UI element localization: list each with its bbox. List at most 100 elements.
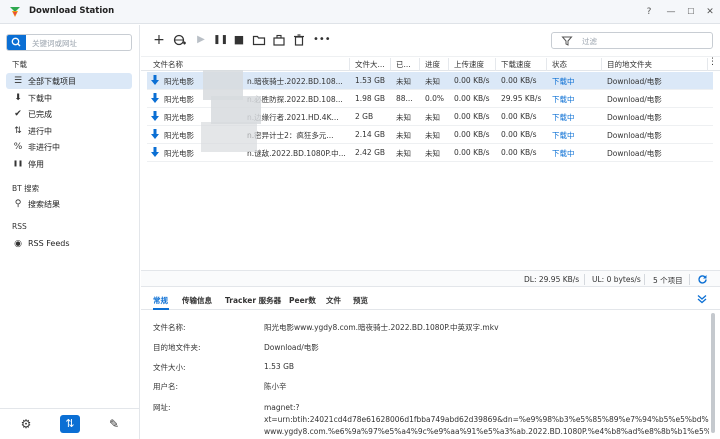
sidebar-item-search-results[interactable]: ⚲ 搜索结果 — [6, 196, 132, 212]
filter-icon — [561, 36, 573, 46]
column-header-name[interactable]: 文件名称 — [153, 59, 303, 70]
sidebar-item-active[interactable]: ⇅ 进行中 — [6, 123, 132, 139]
row-progress: 未知 — [425, 131, 440, 140]
sidebar-item-label: RSS Feeds — [28, 239, 70, 248]
row-upload-speed: 0.00 KB/s — [454, 94, 490, 103]
refresh-icon[interactable] — [697, 274, 708, 285]
url-label: 网址: — [153, 403, 171, 412]
download-arrow-icon — [151, 93, 159, 103]
folder-icon[interactable] — [252, 33, 266, 47]
pause-icon[interactable]: ❚❚ — [213, 33, 228, 47]
section-title-bt-search: BT 搜索 — [12, 184, 40, 193]
sidebar-item-label: 已完成 — [28, 110, 52, 119]
transfer-icon[interactable]: ⇅ — [60, 415, 80, 433]
table-header: 文件名称 文件大... 已... 进度 上传速度 下载速度 状态 目的地文件夹 … — [141, 56, 720, 71]
sidebar-search-input[interactable]: 关键词或网址 — [6, 34, 132, 51]
check-icon: ✔ — [14, 109, 22, 119]
download-arrow-icon — [151, 75, 159, 85]
add-icon[interactable]: + — [152, 33, 166, 47]
row-status: 下载中 — [552, 77, 575, 86]
filter-input[interactable]: 过滤 — [551, 32, 713, 49]
file-name-value: 阳光电影www.ygdy8.com.暗夜骑士.2022.BD.1080P.中英双… — [264, 323, 499, 332]
briefcase-icon[interactable] — [272, 33, 286, 47]
row-download-speed: 0.00 KB/s — [501, 76, 537, 85]
tab-files[interactable]: 文件 — [326, 295, 341, 306]
minimize-icon[interactable]: — — [664, 5, 678, 19]
help-icon[interactable]: ? — [642, 5, 656, 19]
search-button[interactable] — [7, 35, 26, 50]
tab-tracker-servers[interactable]: Tracker 服务器 — [225, 295, 281, 306]
search-placeholder: 关键词或网址 — [32, 39, 77, 48]
column-header-downloaded[interactable]: 已... — [396, 59, 418, 70]
row-destination: Download/电影 — [607, 113, 662, 122]
trash-icon[interactable] — [292, 33, 306, 47]
sidebar-item-stopped[interactable]: ❚❚ 停用 — [6, 156, 132, 172]
sidebar-item-label: 下载中 — [28, 94, 52, 103]
row-name-suffix: n.谜敌.2022.BD.1080P.中... — [247, 149, 346, 158]
row-name-suffix: n.密异计士2：疯狂多元... — [247, 131, 334, 140]
tab-general[interactable]: 常规 — [153, 295, 168, 306]
sidebar-item-label: 非进行中 — [28, 143, 60, 152]
tab-peers[interactable]: Peer数 — [289, 295, 316, 306]
collapse-chevron-icon[interactable] — [697, 294, 707, 304]
row-size: 1.53 GB — [355, 76, 386, 85]
sidebar-item-completed[interactable]: ✔ 已完成 — [6, 106, 132, 122]
row-status: 下载中 — [552, 149, 575, 158]
section-title-rss: RSS — [12, 222, 27, 231]
detail-scrollbar[interactable] — [711, 313, 715, 433]
row-upload-speed: 0.00 KB/s — [454, 112, 490, 121]
row-status: 下载中 — [552, 113, 575, 122]
play-icon[interactable]: ▶ — [194, 33, 208, 47]
sidebar-item-downloading[interactable]: ⬇ 下载中 — [6, 90, 132, 106]
column-header-size[interactable]: 文件大... — [355, 59, 391, 70]
active-tab-indicator — [153, 308, 169, 310]
column-header-download-speed[interactable]: 下载速度 — [501, 59, 531, 70]
sidebar: 关键词或网址 下载 ☰ 全部下载项目 ⬇ 下载中 ✔ 已完成 ⇅ 进行中 % 非… — [0, 25, 140, 439]
row-progress: 未知 — [425, 113, 440, 122]
tab-preview[interactable]: 预览 — [353, 295, 368, 306]
column-header-progress[interactable]: 进度 — [425, 59, 440, 70]
row-name-prefix: 阳光电影 — [164, 149, 194, 158]
settings-gear-icon[interactable]: ⚙ — [16, 415, 36, 433]
filter-placeholder: 过滤 — [582, 37, 597, 46]
row-upload-speed: 0.00 KB/s — [454, 148, 490, 157]
download-speed-total: DL: 29.95 KB/s — [524, 275, 580, 284]
sidebar-item-all-downloads[interactable]: ☰ 全部下载项目 — [6, 73, 132, 89]
add-url-globe-icon[interactable] — [173, 33, 187, 47]
close-icon[interactable]: ✕ — [703, 5, 717, 19]
row-name-suffix: n.暗夜骑士.2022.BD.108... — [247, 77, 343, 86]
percent-icon: % — [13, 142, 23, 152]
row-upload-speed: 0.00 KB/s — [454, 76, 490, 85]
row-size: 2.14 GB — [355, 130, 386, 139]
sidebar-item-inactive[interactable]: % 非进行中 — [6, 139, 132, 155]
row-downloaded: 88... — [396, 94, 413, 103]
row-name-suffix: n.边缘行者.2021.HD.4K... — [247, 113, 339, 122]
file-size-value: 1.53 GB — [264, 362, 295, 371]
up-down-arrows-icon: ⇅ — [14, 126, 22, 136]
sidebar-item-label: 进行中 — [28, 127, 52, 136]
row-status: 下载中 — [552, 95, 575, 104]
download-arrow-icon — [151, 111, 159, 121]
upload-speed-total: UL: 0 bytes/s — [592, 275, 641, 284]
sidebar-item-rss-feeds[interactable]: ◉ RSS Feeds — [6, 236, 132, 252]
row-downloaded: 未知 — [396, 113, 411, 122]
column-header-status[interactable]: 状态 — [552, 59, 567, 70]
row-download-speed: 0.00 KB/s — [501, 112, 537, 121]
stop-icon[interactable]: ■ — [232, 33, 246, 47]
row-size: 2 GB — [355, 112, 374, 121]
more-icon[interactable]: ••• — [313, 33, 331, 47]
url-value-line2: xt=urn:btih:24021cd4d78e61628006d1fbba74… — [264, 415, 709, 424]
pause-icon: ❚❚ — [13, 160, 24, 167]
maximize-icon[interactable]: ☐ — [684, 5, 698, 19]
detail-panel: 文件名称: 阳光电影www.ygdy8.com.暗夜骑士.2022.BD.108… — [141, 311, 720, 439]
search-icon — [11, 37, 21, 47]
username-value: 陈小辛 — [264, 382, 287, 391]
column-header-upload-speed[interactable]: 上传速度 — [454, 59, 484, 70]
column-menu-icon[interactable]: ⋮ — [708, 57, 717, 67]
tab-transfer-info[interactable]: 传输信息 — [182, 295, 212, 306]
column-header-destination[interactable]: 目的地文件夹 — [607, 59, 652, 70]
download-table: 文件名称 文件大... 已... 进度 上传速度 下载速度 状态 目的地文件夹 … — [141, 56, 720, 268]
blur-mask — [201, 122, 257, 152]
plugin-icon[interactable]: ✎ — [104, 415, 124, 433]
url-value-line1: magnet:? — [264, 403, 300, 412]
